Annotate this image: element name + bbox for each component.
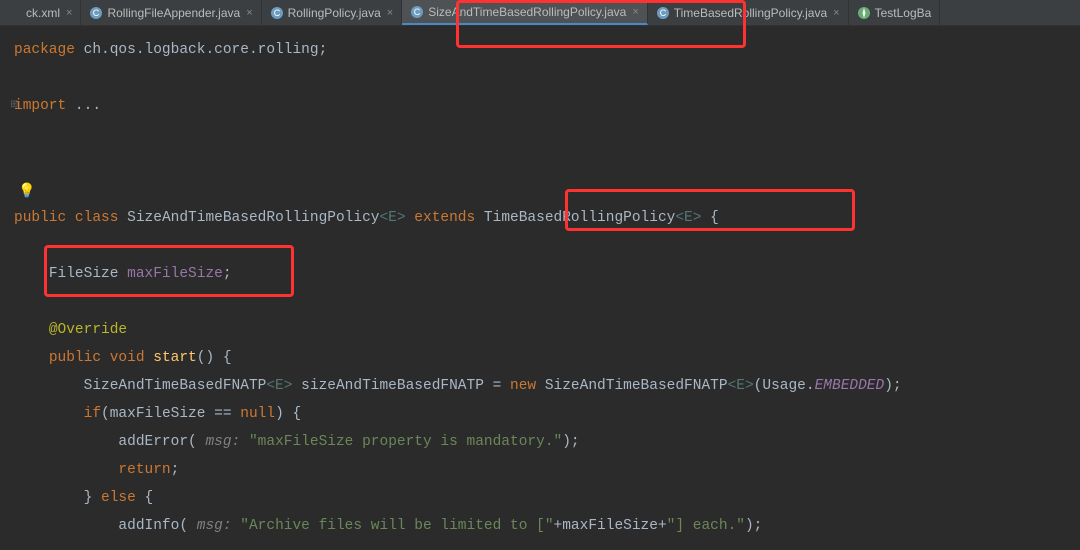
param-hint: msg:: [197, 434, 249, 450]
tab-rollingfileappender-java[interactable]: C RollingFileAppender.java ×: [81, 0, 261, 25]
java-file-icon: C: [270, 6, 284, 20]
tab-label: ck.xml: [26, 6, 60, 20]
close-icon[interactable]: ×: [387, 7, 393, 19]
tab-bar: ck.xml × C RollingFileAppender.java × C Rollin…: [0, 0, 1080, 26]
tab-label: TestLogBa: [875, 6, 932, 20]
tab-label: TimeBasedRollingPolicy.java: [674, 6, 827, 20]
tab-ck-xml[interactable]: ck.xml ×: [0, 0, 81, 25]
svg-text:C: C: [93, 8, 100, 18]
tab-label: RollingPolicy.java: [288, 6, 381, 20]
keyword: import: [14, 98, 66, 114]
superclass-name: TimeBasedRollingPolicy: [484, 210, 675, 226]
close-icon[interactable]: ×: [632, 6, 638, 18]
tab-rollingpolicy-java[interactable]: C RollingPolicy.java ×: [262, 0, 403, 25]
package-name: ch.qos.logback.core.rolling: [75, 42, 319, 58]
svg-text:C: C: [660, 8, 667, 18]
java-file-icon: C: [656, 6, 670, 20]
annotation: @Override: [49, 322, 127, 338]
java-file-icon: C: [89, 6, 103, 20]
xml-file-icon: [8, 6, 22, 20]
method-name: start: [145, 350, 197, 366]
param-hint: msg:: [188, 518, 240, 534]
close-icon[interactable]: ×: [246, 7, 252, 19]
close-icon[interactable]: ×: [66, 7, 72, 19]
tab-sizeandtimebasedrollingpolicy-java[interactable]: C SizeAndTimeBasedRollingPolicy.java ×: [402, 0, 648, 25]
intention-bulb-icon[interactable]: 💡: [18, 178, 35, 206]
code-editor[interactable]: 💡 package ch.qos.logback.core.rolling; ⊞…: [0, 26, 1080, 550]
svg-text:C: C: [273, 8, 280, 18]
tab-testlogba[interactable]: TestLogBa: [849, 0, 941, 25]
java-file-icon: C: [410, 5, 424, 19]
svg-text:C: C: [414, 7, 421, 17]
tab-label: SizeAndTimeBasedRollingPolicy.java: [428, 5, 626, 19]
keyword: package: [14, 42, 75, 58]
tab-label: RollingFileAppender.java: [107, 6, 240, 20]
field-name: maxFileSize: [127, 266, 223, 282]
fold-icon[interactable]: ⊞: [10, 92, 18, 120]
test-file-icon: [857, 6, 871, 20]
tab-timebasedrollingpolicy-java[interactable]: C TimeBasedRollingPolicy.java ×: [648, 0, 849, 25]
close-icon[interactable]: ×: [833, 7, 839, 19]
